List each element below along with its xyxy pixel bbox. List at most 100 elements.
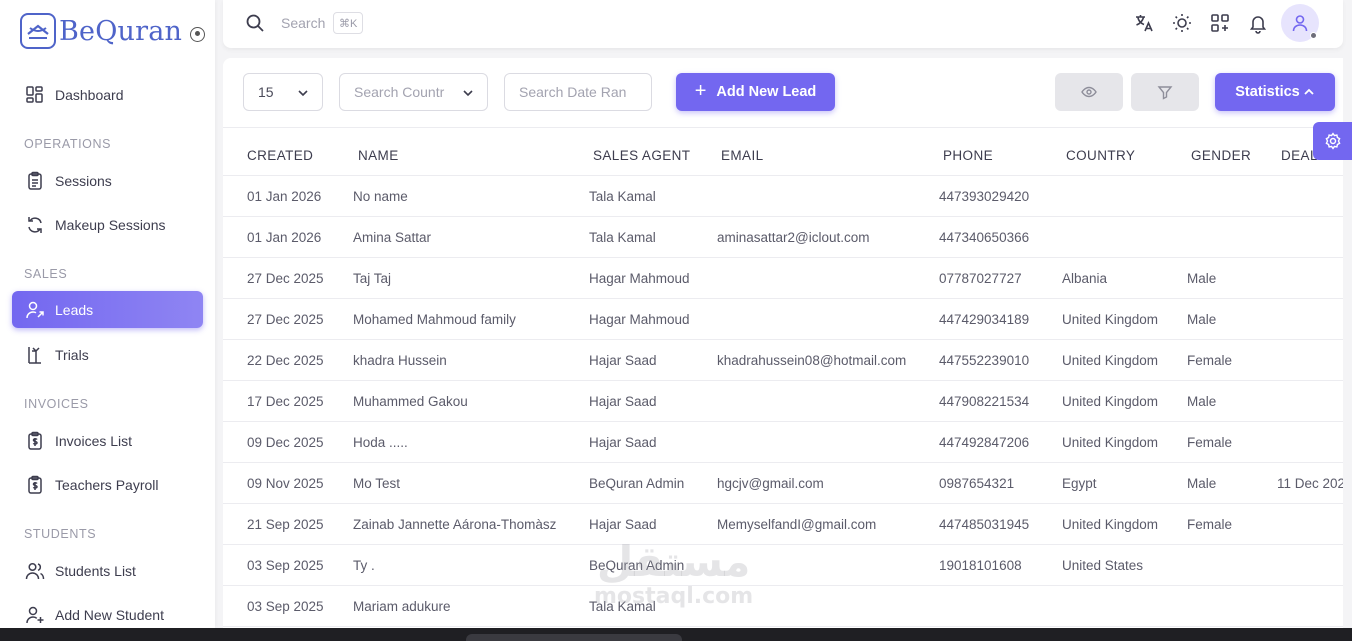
sidebar-item-teachers-payroll[interactable]: Teachers Payroll <box>12 466 203 503</box>
cell-email: MemyselfandI@gmail.com <box>717 517 877 532</box>
chevron-down-icon <box>463 90 473 97</box>
filter-icon <box>1157 86 1173 100</box>
cell-created: 27 Dec 2025 <box>247 312 324 327</box>
table-row[interactable]: 01 Jan 2026 Amina Sattar Tala Kamal aminasa… <box>223 217 1343 258</box>
sidebar-item-label: Add New Student <box>55 606 164 623</box>
cell-sales-agent: Hajar Saad <box>589 394 657 409</box>
cell-phone: 447552239010 <box>939 353 1030 368</box>
cell-name: No name <box>353 189 408 204</box>
sidebar-item-label: Leads <box>55 301 94 318</box>
cell-email: khadrahussein08@hotmail.com <box>717 353 907 368</box>
user-avatar-icon <box>1292 15 1308 32</box>
column-header-sales-agent[interactable]: SALES AGENT <box>593 148 690 163</box>
cell-name: Zainab Jannette Aárona-Thomàsz <box>353 517 557 532</box>
sidebar-item-dashboard[interactable]: Dashboard <box>12 76 203 113</box>
cell-gender: Female <box>1187 435 1233 450</box>
cell-sales-agent: Hagar Mahmoud <box>589 271 690 286</box>
cell-deal: 11 Dec 202 <box>1277 476 1343 491</box>
eye-icon <box>1081 86 1097 98</box>
os-taskbar <box>0 628 1352 641</box>
customizer-settings-button[interactable] <box>1313 122 1352 160</box>
statistics-button[interactable]: Statistics <box>1215 73 1335 111</box>
cell-country: Egypt <box>1062 476 1097 491</box>
cell-created: 27 Dec 2025 <box>247 271 324 286</box>
table-header: CREATED NAME SALES AGENT EMAIL PHONE COU… <box>223 127 1343 176</box>
cell-phone: 07787027727 <box>939 271 1022 286</box>
table-row[interactable]: 09 Dec 2025 Hoda ..... Hajar Saad 447492847… <box>223 422 1343 463</box>
filter-button[interactable] <box>1131 73 1199 111</box>
section-students: STUDENTS <box>24 527 97 541</box>
sidebar-item-leads[interactable]: Leads <box>12 291 203 328</box>
cell-name: Hoda ..... <box>353 435 408 450</box>
cell-country: United Kingdom <box>1062 312 1159 327</box>
sidebar-item-sessions[interactable]: Sessions <box>12 162 203 199</box>
cell-created: 17 Dec 2025 <box>247 394 324 409</box>
sidebar-item-students-list[interactable]: Students List <box>12 552 203 589</box>
cell-created: 01 Jan 2026 <box>247 189 322 204</box>
date-range-placeholder: Search Date Ran <box>519 84 627 100</box>
column-header-country[interactable]: COUNTRY <box>1066 148 1135 163</box>
table-row[interactable]: 22 Dec 2025 khadra Hussein Hajar Saad khadr… <box>223 340 1343 381</box>
cell-sales-agent: Hagar Mahmoud <box>589 312 690 327</box>
sidebar-item-trials[interactable]: Trials <box>12 336 203 373</box>
table-row[interactable]: 21 Sep 2025 Zainab Jannette Aárona-Thomàs… <box>223 504 1343 545</box>
theme-sun-icon[interactable] <box>1171 12 1193 34</box>
cell-created: 03 Sep 2025 <box>247 558 324 573</box>
column-header-email[interactable]: EMAIL <box>721 148 764 163</box>
column-header-name[interactable]: NAME <box>358 148 399 163</box>
cell-phone: 447429034189 <box>939 312 1030 327</box>
cell-sales-agent: Hajar Saad <box>589 353 657 368</box>
table-row[interactable]: 09 Nov 2025 Mo Test BeQuran Admin hgcjv@gma… <box>223 463 1343 504</box>
page-size-value: 15 <box>258 84 274 100</box>
table-row[interactable]: 03 Sep 2025 Ty . BeQuran Admin 19018101608 U… <box>223 545 1343 586</box>
cell-gender: Male <box>1187 312 1217 327</box>
cell-phone: 447492847206 <box>939 435 1030 450</box>
table-row[interactable]: 03 Sep 2025 Mariam adukure Tala Kamal <box>223 586 1343 627</box>
table-row[interactable]: 27 Dec 2025 Taj Taj Hagar Mahmoud 077870277… <box>223 258 1343 299</box>
brand[interactable]: BeQuran <box>20 12 206 50</box>
search-icon[interactable] <box>245 13 265 33</box>
country-search-placeholder: Search Countr <box>354 84 445 100</box>
sidebar-item-invoices-list[interactable]: Invoices List <box>12 422 203 459</box>
translate-icon[interactable] <box>1133 12 1155 34</box>
column-header-created[interactable]: CREATED <box>247 148 313 163</box>
table-row[interactable]: 27 Dec 2025 Mohamed Mahmoud family Hagar M… <box>223 299 1343 340</box>
cell-name: Mariam adukure <box>353 599 451 614</box>
cell-sales-agent: Hajar Saad <box>589 435 657 450</box>
cell-phone: 19018101608 <box>939 558 1022 573</box>
cell-country: Albania <box>1062 271 1108 286</box>
date-range-input[interactable]: Search Date Ran <box>504 73 652 111</box>
column-header-phone[interactable]: PHONE <box>943 148 993 163</box>
search-input[interactable]: Search <box>281 15 325 31</box>
sidebar-item-makeup-sessions[interactable]: Makeup Sessions <box>12 206 203 243</box>
page-size-select[interactable]: 15 <box>243 73 323 111</box>
cell-country: United States <box>1062 558 1144 573</box>
taskbar-window-tab[interactable] <box>466 634 682 641</box>
chevron-down-icon <box>298 90 308 97</box>
avatar[interactable] <box>1281 4 1319 42</box>
add-new-lead-button[interactable]: + Add New Lead <box>676 73 835 111</box>
cell-name: khadra Hussein <box>353 353 447 368</box>
refresh-icon <box>28 216 42 233</box>
trial-icon <box>28 346 41 364</box>
cell-phone: 0987654321 <box>939 476 1015 491</box>
table-row[interactable]: 17 Dec 2025 Muhammed Gakou Hajar Saad 44790… <box>223 381 1343 422</box>
payroll-icon <box>28 475 42 494</box>
cell-gender: Female <box>1187 517 1233 532</box>
column-header-gender[interactable]: GENDER <box>1191 148 1251 163</box>
cell-gender: Male <box>1187 394 1217 409</box>
toggle-columns-button[interactable] <box>1055 73 1123 111</box>
notification-bell-icon[interactable] <box>1247 12 1269 34</box>
cell-gender: Male <box>1187 271 1217 286</box>
country-search-select[interactable]: Search Countr <box>339 73 488 111</box>
apps-grid-icon[interactable] <box>1209 12 1231 34</box>
sidebar-item-label: Makeup Sessions <box>55 216 166 233</box>
cell-created: 21 Sep 2025 <box>247 517 324 532</box>
sidebar-toggle-icon[interactable] <box>190 26 206 42</box>
cell-gender: Female <box>1187 353 1233 368</box>
user-plus-icon <box>26 606 44 623</box>
table-row[interactable]: 01 Jan 2026 No name Tala Kamal 447393029420 <box>223 176 1343 217</box>
cell-country: United Kingdom <box>1062 394 1159 409</box>
cell-name: Ty . <box>353 558 375 573</box>
chevron-up-icon <box>1304 88 1314 95</box>
